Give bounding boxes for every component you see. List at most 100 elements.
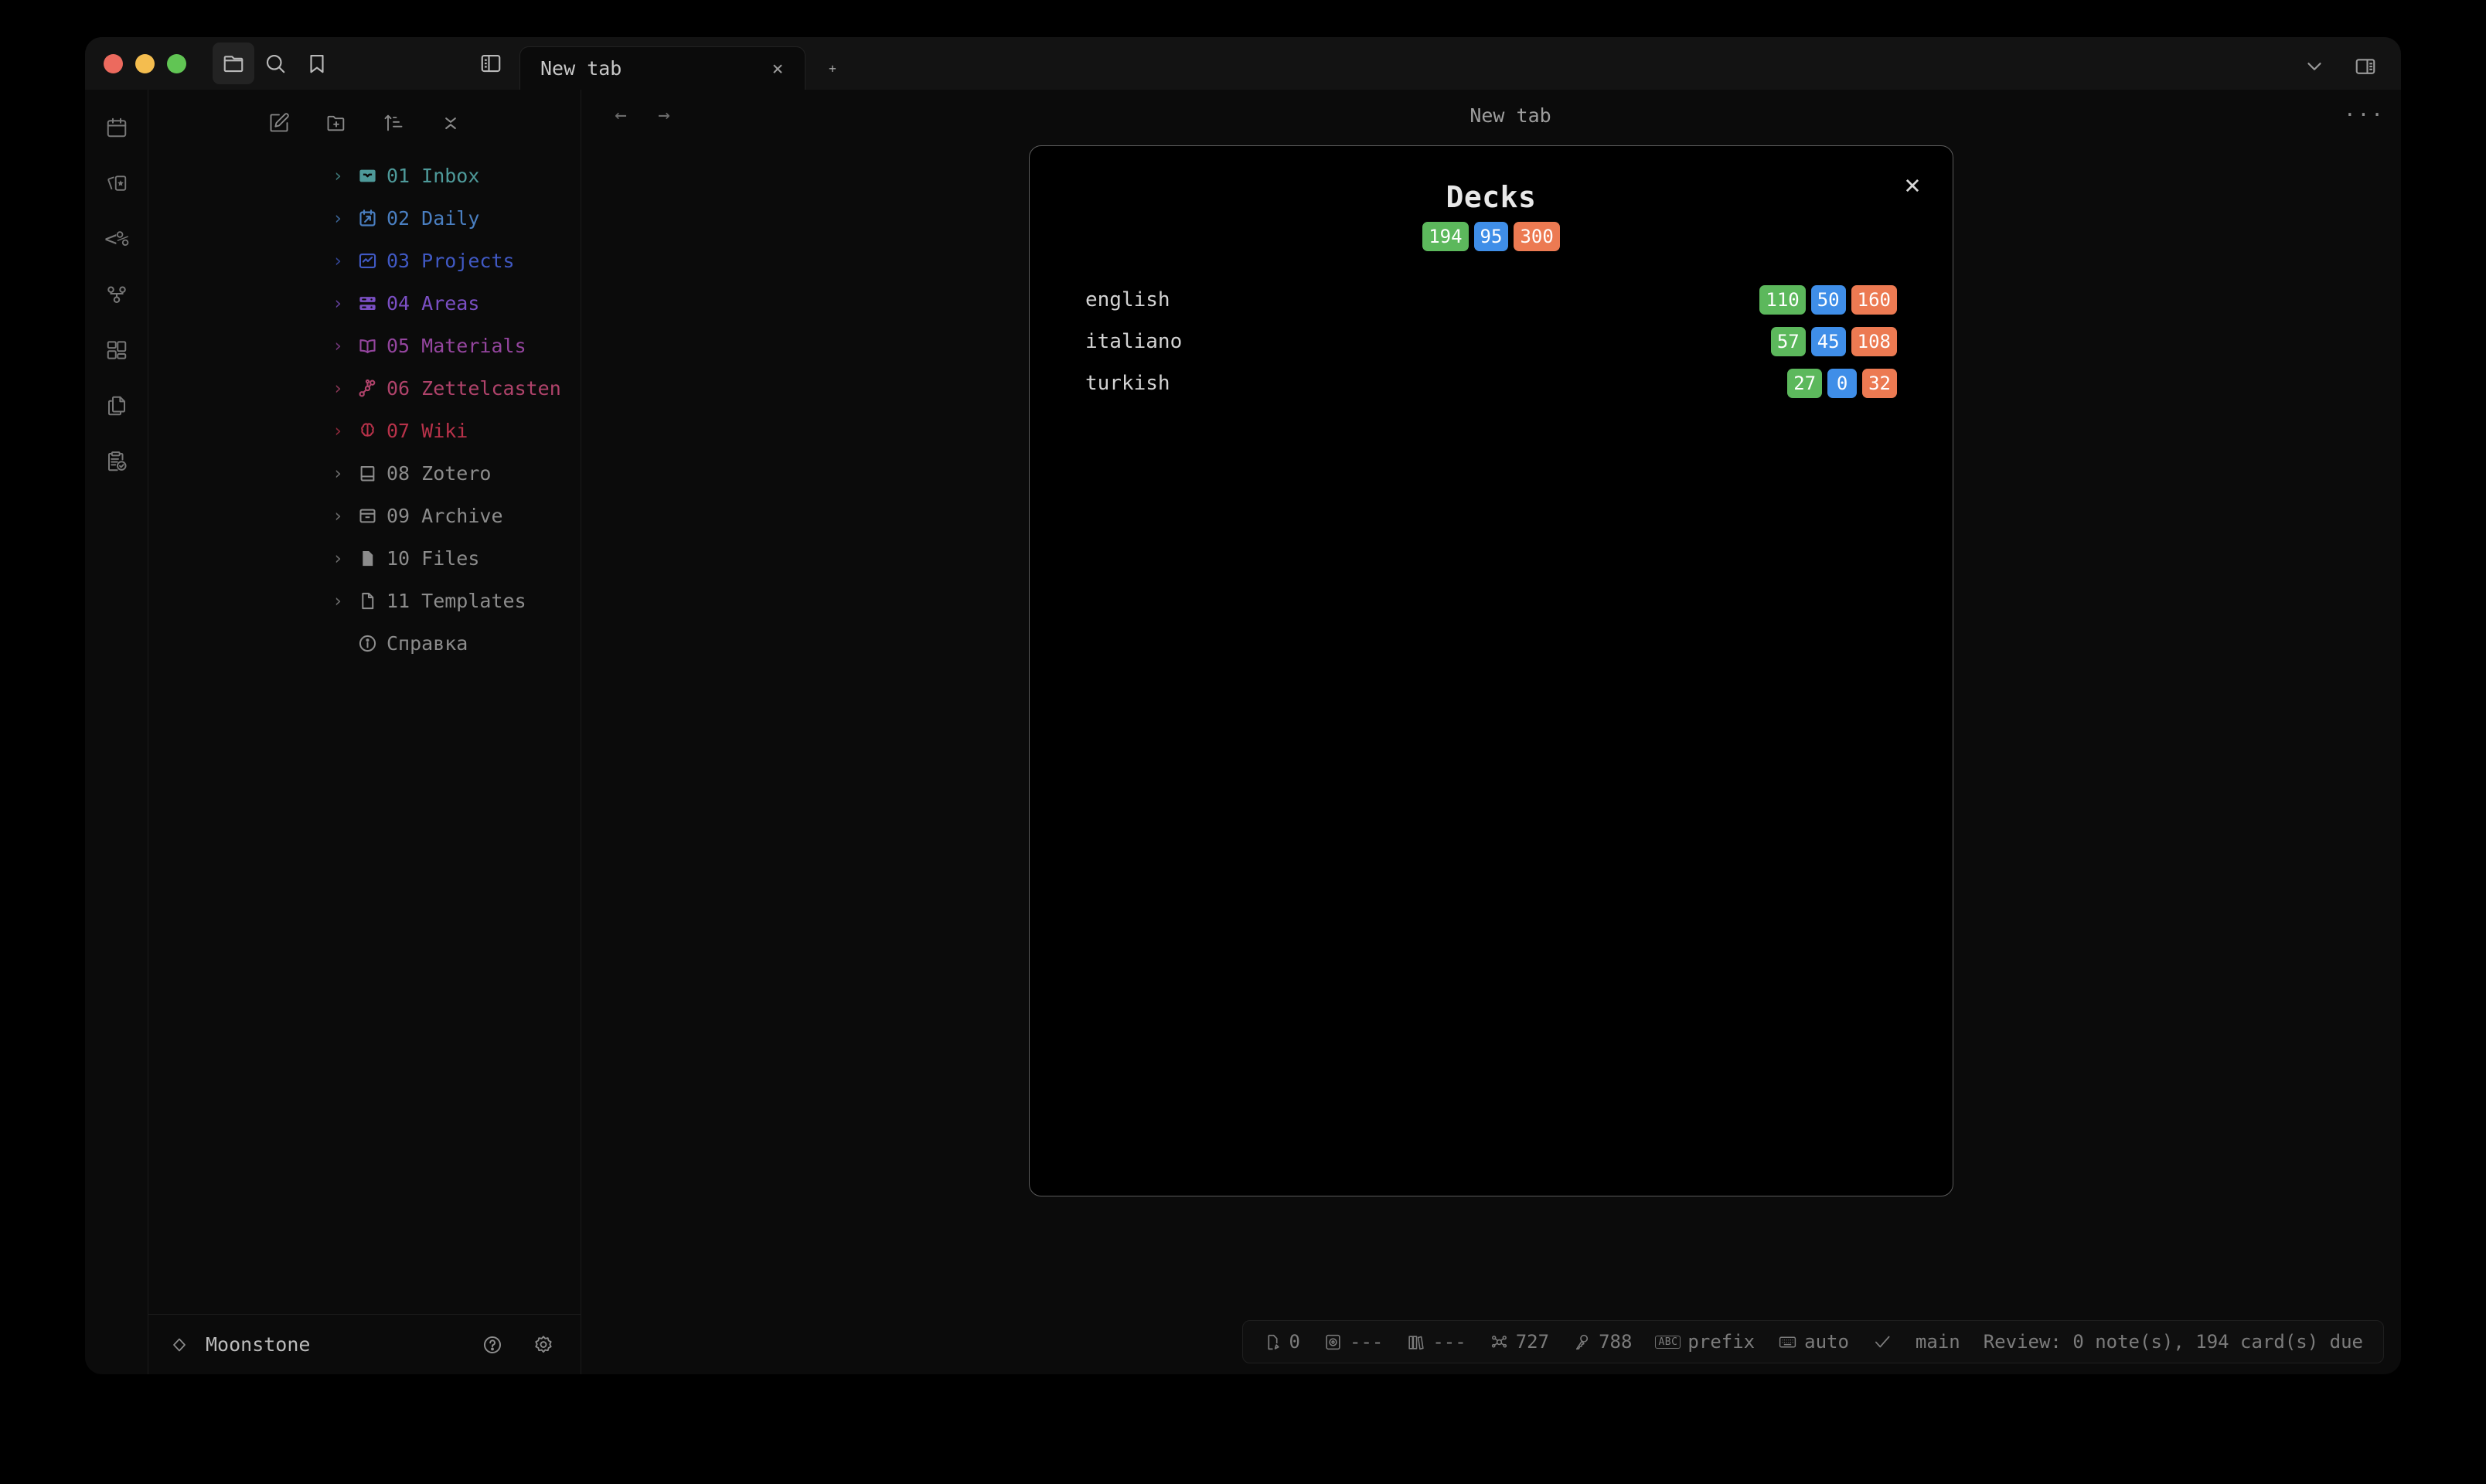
graph-icon[interactable] [97, 280, 137, 309]
vault-icon [1323, 1333, 1343, 1352]
learning-badge: 50 [1811, 285, 1846, 315]
check-icon [1872, 1332, 1892, 1352]
graph-icon [1490, 1333, 1509, 1352]
collapse-all-button[interactable] [432, 106, 469, 140]
status-branch[interactable]: main [1916, 1331, 1960, 1353]
dashboard-icon[interactable] [97, 335, 137, 365]
tree-item-11-templates[interactable]: › 11 Templates [148, 580, 581, 622]
deck-row[interactable]: english 110 50 160 [1085, 279, 1897, 321]
search-icon[interactable] [254, 43, 296, 84]
chevron-right-icon[interactable]: › [328, 166, 348, 186]
learning-badge: 45 [1811, 327, 1846, 356]
left-icon-rail: <% [85, 90, 148, 1374]
tab-new-tab[interactable]: New tab × [519, 46, 805, 90]
book-icon [356, 462, 379, 485]
close-window-button[interactable] [104, 54, 123, 73]
new-folder-button[interactable] [318, 106, 355, 140]
tree-item-10-files[interactable]: › 10 Files [148, 537, 581, 580]
tab-bar: New tab × + [512, 37, 2401, 90]
deck-row[interactable]: italiano 57 45 108 [1085, 321, 1897, 362]
new-note-button[interactable] [261, 106, 298, 140]
tree-item-08-zotero[interactable]: › 08 Zotero [148, 452, 581, 495]
status-library[interactable]: --- [1406, 1331, 1466, 1353]
copy-icon[interactable] [97, 391, 137, 420]
zoom-window-button[interactable] [167, 54, 186, 73]
status-tags[interactable]: 788 [1572, 1331, 1632, 1353]
tree-item-09-archive[interactable]: › 09 Archive [148, 495, 581, 537]
view-title: New tab [677, 104, 2344, 127]
main-pane: ← → New tab ··· ✕ Decks 194 95 300 engl [581, 90, 2401, 1374]
toggle-right-sidebar-icon[interactable] [2347, 49, 2384, 83]
tree-item-07-wiki[interactable]: › 07 Wiki [148, 410, 581, 452]
decks-total-counts: 194 95 300 [1085, 222, 1897, 251]
chevron-right-icon[interactable]: › [328, 421, 348, 441]
status-prefix[interactable]: ABC prefix [1655, 1331, 1755, 1353]
chevron-down-icon[interactable] [2296, 49, 2333, 83]
sort-button[interactable] [375, 106, 412, 140]
total-new-badge: 194 [1422, 222, 1468, 251]
chevron-right-icon[interactable]: › [328, 294, 348, 314]
tree-item-06-zettelcasten[interactable]: › 06 Zettelcasten [148, 367, 581, 410]
tree-item-label: 07 Wiki [387, 420, 468, 442]
bookmark-icon[interactable] [296, 43, 338, 84]
close-icon[interactable]: ✕ [1894, 166, 1931, 203]
network-icon [356, 377, 379, 400]
tree-item-05-materials[interactable]: › 05 Materials [148, 325, 581, 367]
tree-item-04-areas[interactable]: › 04 Areas [148, 282, 581, 325]
due-badge: 108 [1851, 327, 1897, 356]
tree-item-spravka[interactable]: Справка [148, 622, 581, 665]
vault-name: Moonstone [206, 1333, 458, 1356]
tab-bar-actions [2296, 49, 2384, 83]
status-keyboard-mode[interactable]: auto [1778, 1331, 1849, 1353]
clipboard-check-icon[interactable] [97, 447, 137, 476]
chevron-right-icon[interactable]: › [328, 549, 348, 569]
status-bar: 0 --- --- 727 [1242, 1320, 2384, 1363]
new-tab-button[interactable]: + [816, 52, 849, 84]
status-text: 788 [1599, 1331, 1632, 1353]
tree-item-01-inbox[interactable]: › 01 Inbox [148, 155, 581, 197]
deck-row[interactable]: turkish 27 0 32 [1085, 362, 1897, 404]
status-check[interactable] [1872, 1332, 1892, 1352]
calendar-icon[interactable] [97, 113, 137, 142]
chevron-right-icon[interactable]: › [328, 506, 348, 526]
toggle-left-sidebar-icon[interactable] [470, 43, 512, 84]
flashcards-icon[interactable] [97, 168, 137, 198]
inbox-icon [356, 165, 379, 188]
tree-item-label: 08 Zotero [387, 462, 491, 485]
templater-icon[interactable]: <% [97, 224, 137, 254]
tree-item-label: 01 Inbox [387, 165, 479, 187]
status-vault[interactable]: --- [1323, 1331, 1383, 1353]
archive-icon [356, 505, 379, 528]
status-text: Review: 0 note(s), 194 card(s) due [1984, 1331, 2363, 1353]
help-icon[interactable] [475, 1328, 509, 1362]
deck-counts: 27 0 32 [1787, 369, 1897, 398]
app-window: New tab × + <% [85, 37, 2401, 1374]
chevron-right-icon[interactable]: › [328, 251, 348, 271]
chevron-right-icon[interactable]: › [328, 209, 348, 229]
close-tab-button[interactable]: × [761, 53, 794, 85]
minimize-window-button[interactable] [135, 54, 155, 73]
tree-item-02-daily[interactable]: › 02 Daily [148, 197, 581, 240]
status-unsaved-notes[interactable]: 0 [1263, 1331, 1300, 1353]
deck-name: italiano [1085, 330, 1771, 353]
forward-button[interactable]: → [651, 102, 677, 128]
brain-icon [356, 420, 379, 443]
folder-icon[interactable] [213, 43, 254, 84]
status-text: main [1916, 1331, 1960, 1353]
tab-label: New tab [540, 57, 761, 80]
tree-item-label: 10 Files [387, 547, 479, 570]
tree-item-label: 02 Daily [387, 207, 479, 230]
vault-switcher[interactable]: Moonstone [148, 1314, 581, 1374]
status-review[interactable]: Review: 0 note(s), 194 card(s) due [1984, 1331, 2363, 1353]
more-options-button[interactable]: ··· [2344, 104, 2375, 127]
chevron-right-icon[interactable]: › [328, 464, 348, 484]
back-button[interactable]: ← [608, 102, 634, 128]
book-open-icon [356, 335, 379, 358]
tree-item-03-projects[interactable]: › 03 Projects [148, 240, 581, 282]
chevron-right-icon[interactable]: › [328, 591, 348, 611]
chevron-right-icon[interactable]: › [328, 379, 348, 399]
gear-icon[interactable] [526, 1328, 560, 1362]
status-graph[interactable]: 727 [1490, 1331, 1549, 1353]
abc-icon: ABC [1655, 1336, 1681, 1349]
chevron-right-icon[interactable]: › [328, 336, 348, 356]
